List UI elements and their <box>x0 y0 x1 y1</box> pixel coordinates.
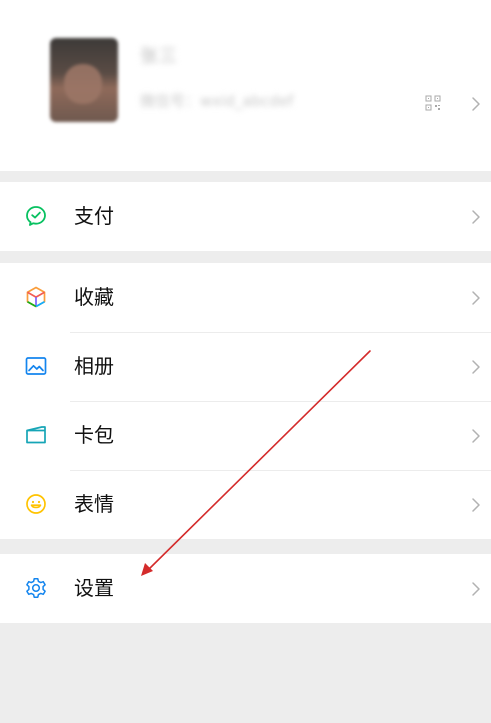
menu-item-card-pack[interactable]: 卡包 <box>0 401 491 470</box>
favorites-icon <box>26 286 46 308</box>
profile-header[interactable]: 张三 微信号：wxid_abcdef <box>0 0 491 171</box>
menu-item-label-album: 相册 <box>74 354 114 378</box>
menu-item-album[interactable]: 相册 <box>0 332 491 401</box>
profile-wechat-id: 微信号：wxid_abcdef <box>140 92 294 110</box>
album-icon <box>25 357 47 375</box>
chevron-right-icon <box>472 429 480 443</box>
menu-section-settings: 设置 <box>0 554 491 623</box>
chevron-right-icon <box>472 291 480 305</box>
menu-section-main: 收藏 相册 卡包 表情 <box>0 263 491 539</box>
menu-section-pay: 支付 <box>0 182 491 251</box>
menu-item-favorites[interactable]: 收藏 <box>0 263 491 332</box>
chevron-right-icon[interactable] <box>471 96 481 112</box>
emoji-icon <box>26 494 46 514</box>
menu-item-label-pay: 支付 <box>74 204 114 228</box>
menu-item-label-emoji: 表情 <box>74 492 114 516</box>
card-pack-icon <box>26 426 46 444</box>
menu-item-pay[interactable]: 支付 <box>0 182 491 251</box>
profile-name: 张三 <box>140 46 178 67</box>
chevron-right-icon <box>472 582 480 596</box>
chevron-right-icon <box>472 498 480 512</box>
chevron-right-icon <box>472 360 480 374</box>
settings-icon <box>26 578 46 598</box>
menu-item-label-card-pack: 卡包 <box>74 423 114 447</box>
avatar[interactable] <box>50 38 118 122</box>
menu-item-label-settings: 设置 <box>74 576 114 600</box>
qr-code-icon[interactable] <box>425 95 441 111</box>
menu-item-label-favorites: 收藏 <box>74 285 114 309</box>
chevron-right-icon <box>472 210 480 224</box>
menu-item-emoji[interactable]: 表情 <box>0 470 491 539</box>
menu-item-settings[interactable]: 设置 <box>0 554 491 623</box>
pay-icon <box>26 206 46 226</box>
